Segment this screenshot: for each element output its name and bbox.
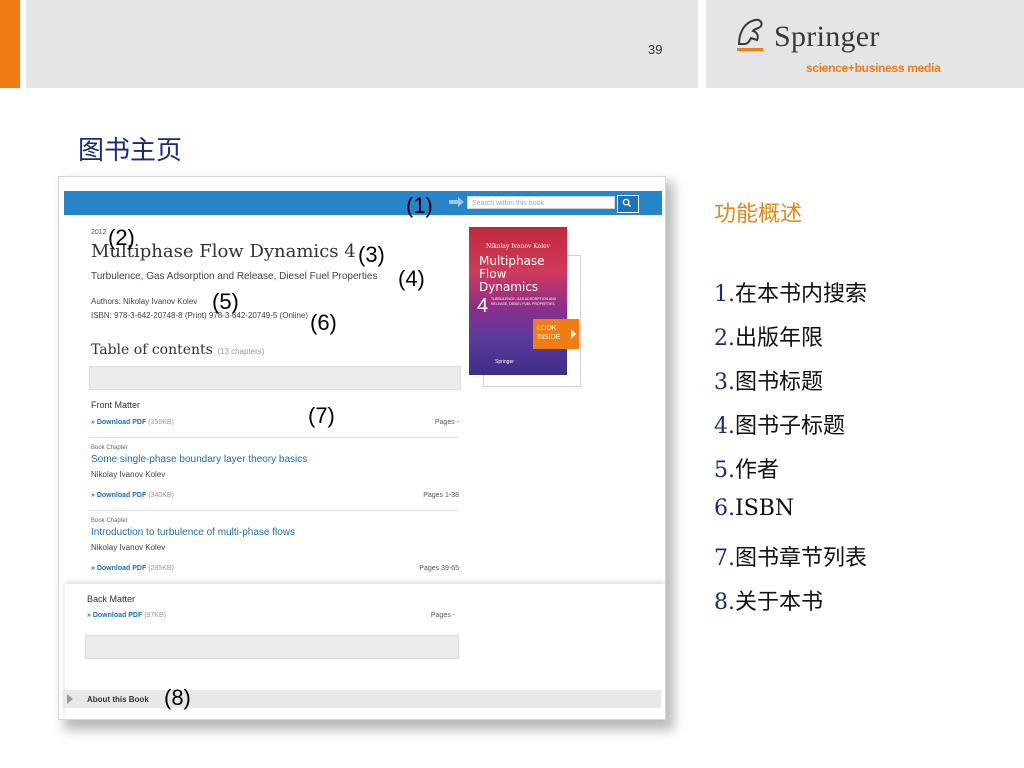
about-book-toggle[interactable] [63, 690, 661, 708]
download-pdf-link[interactable]: » Download PDF (285KB) [91, 565, 174, 572]
feature-label: 图书子标题 [735, 414, 846, 439]
book-cover[interactable]: Nikolay Ivanov Kolev Multiphase Flow Dyn… [469, 227, 567, 375]
chapter-title-link[interactable]: Some single-phase boundary layer theory … [91, 454, 459, 465]
book-authors: Authors: Nikolay Ivanov Kolev [91, 297, 198, 306]
pdf-size: (97KB) [144, 612, 166, 619]
annotation-2: (2) [108, 225, 135, 250]
feature-number: 7. [714, 546, 735, 571]
publication-year: 2012 [91, 229, 107, 236]
toc-front-matter: Front Matter » Download PDF (358KB) Page… [91, 400, 459, 432]
feature-label: 作者 [735, 458, 780, 483]
chapter-type: Book Chapter [91, 518, 128, 524]
feature-label: ISBN [735, 496, 795, 521]
feature-item: 7.图书章节列表 [714, 540, 867, 572]
toc-toolbar [89, 366, 461, 390]
feature-number: 3. [714, 370, 735, 395]
search-icon [622, 198, 631, 207]
download-pdf-link[interactable]: » Download PDF (97KB) [87, 612, 166, 619]
toc-chapter: Book Chapter Introduction to turbulence … [91, 518, 459, 578]
feature-label: 关于本书 [735, 590, 824, 615]
logo-tagline: science+business media [806, 61, 941, 75]
page-range: Pages - [430, 612, 455, 619]
logo-name: Springer [774, 20, 880, 53]
cover-author: Nikolay Ivanov Kolev [485, 243, 551, 250]
front-matter-label: Front Matter [91, 400, 141, 410]
toc-back-matter: Back Matter » Download PDF (97KB) Pages … [87, 594, 455, 626]
features-title: 功能概述 [714, 202, 803, 227]
download-pdf-label: » Download PDF [91, 419, 147, 426]
download-pdf-label: » Download PDF [91, 565, 147, 572]
annotation-3: (3) [358, 242, 385, 267]
search-input[interactable]: Search within this book [467, 196, 615, 209]
chapter-title-link[interactable]: Introduction to turbulence of multi-phas… [91, 527, 459, 538]
feature-item: 1.在本书内搜索 [714, 276, 867, 308]
feature-label: 图书章节列表 [735, 546, 868, 571]
annotation-7: (7) [308, 403, 335, 428]
feature-number: 8. [714, 590, 735, 615]
page-range: Pages 39-65 [419, 565, 459, 572]
expand-arrow-icon [67, 694, 73, 704]
annotation-1: (1) [406, 193, 433, 218]
cover-subtitle: TURBULENCE, GAS ADSORPTION AND RELEASE, … [491, 297, 557, 306]
toc-heading-label: Table of contents [91, 342, 213, 358]
divider [89, 437, 459, 438]
arrow-right-icon [449, 197, 464, 207]
look-inside-label: LOOK INSIDE [537, 325, 561, 341]
chapter-author: Nikolay Ivanov Kolev [91, 543, 166, 552]
chapter-type: Book Chapter [91, 445, 128, 451]
toc-chapter: Book Chapter Some single-phase boundary … [91, 445, 459, 505]
pdf-size: (358KB) [148, 419, 174, 426]
download-pdf-label: » Download PDF [87, 612, 143, 619]
feature-number: 1. [714, 282, 735, 307]
feature-label: 在本书内搜索 [735, 282, 868, 307]
page-number: 39 [648, 42, 663, 57]
toc-chapter-count: (13 chapters) [217, 347, 265, 356]
feature-item: 6.ISBN [714, 496, 794, 521]
header-bar [26, 0, 698, 88]
feature-number: 2. [714, 326, 735, 351]
look-inside-button[interactable]: LOOK INSIDE [533, 319, 579, 349]
cover-title: Multiphase Flow Dynamics [479, 254, 545, 294]
feature-number: 5. [714, 458, 735, 483]
search-button[interactable] [617, 195, 639, 213]
toc-footer-bar [85, 635, 459, 659]
cover-volume: 4 [477, 295, 489, 317]
feature-item: 5.作者 [714, 452, 779, 484]
download-pdf-link[interactable]: » Download PDF (340KB) [91, 492, 174, 499]
page-range: Pages 1-38 [423, 492, 459, 499]
divider [89, 510, 459, 511]
toc-heading: Table of contents (13 chapters) [91, 342, 264, 358]
feature-item: 8.关于本书 [714, 584, 823, 616]
annotation-8: (8) [164, 685, 191, 710]
slide-title: 图书主页 [78, 136, 183, 166]
pdf-size: (340KB) [148, 492, 174, 499]
feature-item: 2.出版年限 [714, 320, 823, 352]
annotation-5: (5) [212, 289, 239, 314]
springer-horse-icon [737, 18, 763, 51]
feature-number: 4. [714, 414, 735, 439]
book-subtitle: Turbulence, Gas Adsorption and Release, … [91, 271, 378, 282]
feature-number: 6. [714, 496, 735, 521]
feature-item: 3.图书标题 [714, 364, 823, 396]
feature-item: 4.图书子标题 [714, 408, 845, 440]
about-book-label: About this Book [87, 695, 149, 704]
download-pdf-link[interactable]: » Download PDF (358KB) [91, 419, 174, 426]
download-pdf-label: » Download PDF [91, 492, 147, 499]
accent-strip [0, 0, 20, 88]
annotation-4: (4) [398, 266, 425, 291]
book-isbn: ISBN: 978-3-642-20748-8 (Print) 978-3-64… [91, 311, 309, 320]
back-matter-label: Back Matter [87, 594, 136, 604]
cover-publisher: Springer [495, 359, 514, 365]
feature-label: 图书标题 [735, 370, 824, 395]
page-range: Pages - [434, 419, 459, 426]
chapter-author: Nikolay Ivanov Kolev [91, 470, 166, 479]
feature-label: 出版年限 [735, 326, 824, 351]
pdf-size: (285KB) [148, 565, 174, 572]
arrow-right-icon [571, 329, 576, 339]
annotation-6: (6) [310, 310, 337, 335]
